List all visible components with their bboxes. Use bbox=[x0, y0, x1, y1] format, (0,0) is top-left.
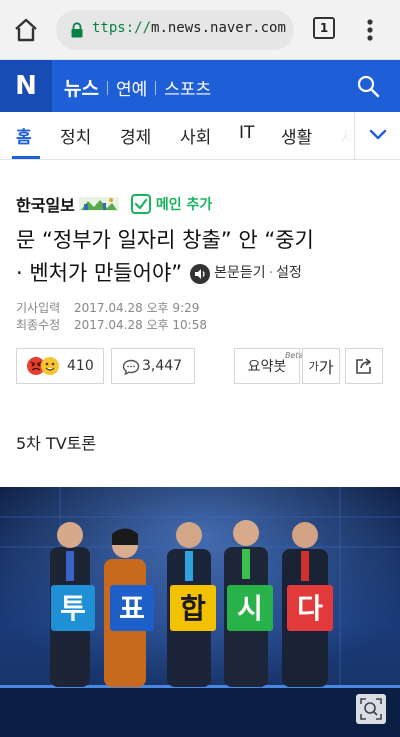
comment-button[interactable]: 3,447 bbox=[111, 348, 195, 384]
checkmark-icon bbox=[130, 194, 151, 214]
card-4: 시 bbox=[237, 592, 263, 625]
headline-line-2: · 벤처가 만들어야” bbox=[16, 261, 183, 285]
published-row: 기사입력 2017.04.28 오후 9:29 bbox=[16, 300, 207, 317]
nav-news[interactable]: 뉴스 bbox=[64, 74, 99, 101]
share-button[interactable] bbox=[345, 348, 383, 384]
tab-politics[interactable]: 정치 bbox=[60, 123, 91, 148]
debate-stage-image: 투 표 합 시 다 bbox=[0, 487, 400, 737]
category-tabs: 홈 정치 경제 사회 IT 생활 세 bbox=[0, 112, 400, 160]
card-3: 합 bbox=[180, 592, 206, 625]
press-logo-icon bbox=[78, 197, 119, 211]
tab-society[interactable]: 사회 bbox=[180, 123, 211, 148]
overflow-menu-icon[interactable] bbox=[364, 16, 376, 44]
tab-economy[interactable]: 경제 bbox=[120, 123, 151, 148]
nav-divider bbox=[106, 80, 108, 95]
modified-row: 최종수정 2017.04.28 오후 10:58 bbox=[16, 317, 207, 334]
tab-home[interactable]: 홈 bbox=[16, 123, 32, 148]
beta-badge: Beta bbox=[285, 351, 304, 360]
listen-settings-link[interactable]: 설정 bbox=[276, 257, 302, 290]
home-icon[interactable] bbox=[12, 16, 40, 44]
search-icon[interactable] bbox=[356, 74, 380, 98]
headline-line-2-row: · 벤처가 만들어야” 본문듣기 · 설정 bbox=[16, 257, 384, 290]
separator-dot: · bbox=[268, 265, 274, 281]
published-time: 2017.04.28 오후 9:29 bbox=[74, 301, 200, 315]
lock-icon bbox=[71, 22, 83, 38]
naver-logo[interactable]: N bbox=[0, 60, 52, 112]
article-headline: 문 “정부가 일자리 창출” 안 “중기 · 벤처가 만들어야” 본문듣기 · … bbox=[16, 224, 384, 290]
vote-cards: 투 표 합 시 다 bbox=[51, 585, 333, 631]
tabs-fade bbox=[322, 112, 354, 159]
comment-icon bbox=[122, 359, 140, 376]
listen-controls: 본문듣기 · 설정 bbox=[190, 257, 302, 290]
font-small-glyph: 가 bbox=[308, 360, 319, 373]
summary-bot-button[interactable]: 요약봇 Beta bbox=[234, 348, 304, 384]
reaction-button[interactable]: 410 bbox=[16, 348, 104, 384]
add-to-main-button[interactable]: 메인 추가 bbox=[130, 194, 213, 214]
site-header: N 뉴스 연예 스포츠 bbox=[0, 60, 400, 112]
chevron-down-icon bbox=[369, 129, 387, 140]
tab-it[interactable]: IT bbox=[239, 123, 254, 143]
tab-count: 1 bbox=[319, 21, 329, 35]
card-2: 표 bbox=[119, 592, 145, 625]
browser-toolbar: ttps://m.news.naver.com 1 bbox=[0, 0, 400, 60]
reaction-count: 410 bbox=[67, 358, 94, 374]
article-photo[interactable]: 투 표 합 시 다 bbox=[0, 487, 400, 737]
published-label: 기사입력 bbox=[16, 301, 61, 315]
more-categories-button[interactable] bbox=[354, 112, 400, 159]
headline-line-1: 문 “정부가 일자리 창출” 안 “중기 bbox=[16, 228, 314, 252]
section-nav: 뉴스 연예 스포츠 bbox=[64, 74, 211, 101]
tab-life[interactable]: 생활 bbox=[281, 123, 312, 148]
card-5: 다 bbox=[297, 592, 323, 625]
article-body-text: 5차 TV토론 bbox=[16, 434, 97, 453]
add-to-main-label: 메인 추가 bbox=[155, 197, 213, 213]
smile-emoji-icon bbox=[41, 357, 59, 375]
font-size-button[interactable]: 가가 bbox=[302, 348, 340, 384]
press-row: 한국일보 메인 추가 bbox=[16, 192, 212, 216]
font-big-glyph: 가 bbox=[318, 358, 334, 377]
summary-bot-label: 요약봇 bbox=[247, 359, 287, 375]
press-name[interactable]: 한국일보 bbox=[16, 192, 75, 216]
listen-button[interactable]: 본문듣기 bbox=[214, 257, 266, 290]
url-text: ttps://m.news.naver.com bbox=[92, 20, 286, 36]
address-bar[interactable]: ttps://m.news.naver.com bbox=[56, 10, 294, 50]
card-1: 투 bbox=[60, 592, 86, 625]
speaker-icon[interactable] bbox=[190, 263, 211, 284]
zoom-icon bbox=[360, 698, 382, 720]
comment-count: 3,447 bbox=[142, 358, 183, 374]
modified-time: 2017.04.28 오후 10:58 bbox=[74, 318, 207, 332]
nav-divider bbox=[155, 80, 157, 95]
modified-label: 최종수정 bbox=[16, 318, 61, 332]
active-tab-indicator bbox=[12, 156, 40, 159]
tab-switcher-icon[interactable]: 1 bbox=[313, 17, 335, 39]
photo-zoom-button[interactable] bbox=[356, 694, 386, 724]
share-icon bbox=[356, 358, 371, 374]
article-dates: 기사입력 2017.04.28 오후 9:29 최종수정 2017.04.28 오후… bbox=[16, 300, 207, 334]
nav-entertainment[interactable]: 연예 bbox=[116, 75, 147, 100]
nav-sports[interactable]: 스포츠 bbox=[164, 75, 211, 100]
